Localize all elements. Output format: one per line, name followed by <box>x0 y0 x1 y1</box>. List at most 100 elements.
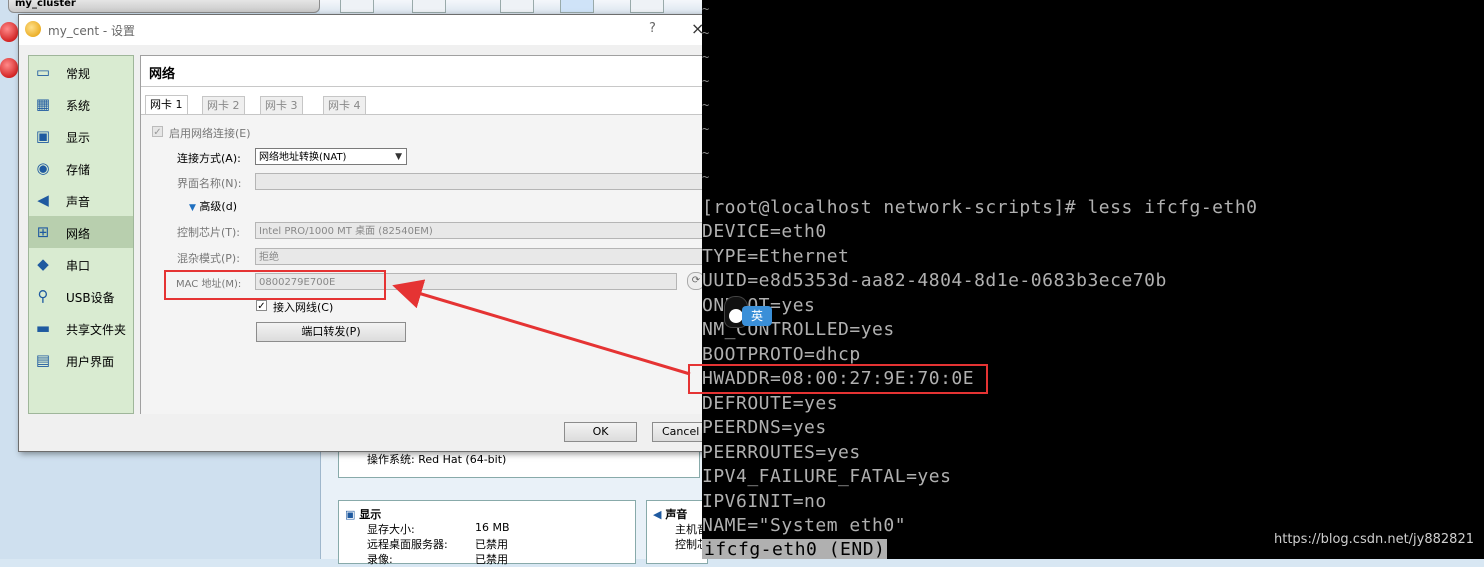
category-label: 网络 <box>66 227 91 241</box>
display-row-value: 已禁用 <box>475 553 508 566</box>
advanced-label: 高级(d) <box>199 200 237 213</box>
cable-connected-checkbox[interactable]: ✓ <box>256 300 267 312</box>
category-item-general[interactable]: ▭ 常规 <box>29 56 133 88</box>
empty-line-tilde: ~ <box>702 26 710 40</box>
empty-line-tilde: ~ <box>702 170 710 184</box>
watermark: https://blog.csdn.net/jy882821 <box>1274 532 1474 547</box>
category-label: 显示 <box>66 131 91 145</box>
category-item-user-interface[interactable]: ▤ 用户界面 <box>29 344 133 376</box>
display-icon: ▣ <box>345 508 356 521</box>
display-row-value: 16 MB <box>475 521 510 534</box>
empty-line-tilde: ~ <box>702 50 710 64</box>
category-item-usb[interactable]: ⚲ USB设备 <box>29 280 133 312</box>
window-icon: ▤ <box>35 351 51 369</box>
category-label: 存储 <box>66 163 91 177</box>
triangle-down-icon: ▼ <box>189 203 196 213</box>
interface-name-select[interactable] <box>255 173 710 190</box>
category-label: 声音 <box>66 195 91 209</box>
terminal-line: TYPE=Ethernet <box>702 246 850 267</box>
display-details-box: ▣ 显示 显存大小: 16 MB 远程桌面服务器: 已禁用 录像: 已禁用 <box>338 500 636 566</box>
category-item-display[interactable]: ▣ 显示 <box>29 120 133 152</box>
empty-line-tilde: ~ <box>702 98 710 112</box>
adapter-1-panel: ✓ 启用网络连接(E) 连接方式(A): 网络地址转换(NAT) ▼ 界面名称(… <box>141 114 710 414</box>
category-label: USB设备 <box>66 291 115 305</box>
mac-highlight-box <box>164 270 386 300</box>
terminal-line: DEFROUTE=yes <box>702 393 839 414</box>
cancel-button[interactable]: Cancel <box>652 422 709 442</box>
settings-gear-icon[interactable] <box>560 0 594 13</box>
category-label: 串口 <box>66 259 91 273</box>
tab-adapter-4[interactable]: 网卡 4 <box>323 96 366 114</box>
terminal-line: PEERDNS=yes <box>702 417 827 438</box>
audio-details-box: ◀ 声音 主机音 控制芯 <box>646 500 708 564</box>
adapter-type-select[interactable]: Intel PRO/1000 MT 桌面 (82540EM) <box>255 222 710 239</box>
display-row-label: 远程桌面服务器: <box>367 538 448 551</box>
vm-list-item[interactable]: my_cluster <box>8 0 320 13</box>
help-button[interactable]: ? <box>649 21 656 36</box>
terminal-line: UUID=e8d5353d-aa82-4804-8d1e-0683b3ece70… <box>702 270 1167 291</box>
category-item-system[interactable]: ▦ 系统 <box>29 88 133 120</box>
attached-to-select[interactable]: 网络地址转换(NAT) ▼ <box>255 148 407 165</box>
display-header: ▣ 显示 <box>345 508 382 521</box>
show-icon[interactable] <box>630 0 664 13</box>
display-icon: ▣ <box>35 127 51 145</box>
ime-indicator[interactable]: 英 <box>722 294 780 334</box>
title-divider <box>141 86 710 87</box>
terminal-line: DEVICE=eth0 <box>702 221 827 242</box>
advanced-toggle[interactable]: ▼ 高级(d) <box>189 198 237 214</box>
ok-button[interactable]: OK <box>564 422 637 442</box>
page-title: 网络 <box>149 67 176 82</box>
vm-details-panel: 操作系统: Red Hat (64-bit) ▣ 显示 显存大小: 16 MB … <box>330 448 708 566</box>
category-item-network[interactable]: ⊞ 网络 <box>29 216 133 248</box>
ime-language-label: 英 <box>742 306 772 326</box>
terminal-prompt-line: [root@localhost network-scripts]# less i… <box>702 197 1258 218</box>
category-item-audio[interactable]: ◀ 声音 <box>29 184 133 216</box>
tab-adapter-3[interactable]: 网卡 3 <box>260 96 303 114</box>
dialog-title: my_cent - 设置 <box>48 24 136 38</box>
serial-icon: ◆ <box>37 255 49 273</box>
monitor-icon: ▭ <box>35 63 51 81</box>
delete-vm-icon[interactable] <box>412 0 446 13</box>
terminal-line: IPV4_FAILURE_FATAL=yes <box>702 466 952 487</box>
display-row-label: 录像: <box>367 553 393 566</box>
chevron-down-icon: ▼ <box>395 152 402 162</box>
category-label: 常规 <box>66 67 91 81</box>
port-forwarding-button[interactable]: 端口转发(P) <box>256 322 406 342</box>
empty-line-tilde: ~ <box>702 146 710 160</box>
hwaddr-highlight-box <box>688 364 988 394</box>
tab-adapter-2[interactable]: 网卡 2 <box>202 96 245 114</box>
disk-icon: ◉ <box>36 159 50 177</box>
promiscuous-mode-select[interactable]: 拒绝 <box>255 248 710 265</box>
empty-line-tilde: ~ <box>702 2 710 16</box>
cable-connected-label: 接入网线(C) <box>273 301 334 314</box>
settings-dialog: my_cent - 设置 ? × ▭ 常规 ▦ 系统 ▣ 显示 ◉ 存储 ◀ 声… <box>18 14 710 452</box>
chip-icon: ▦ <box>35 95 51 113</box>
folder-icon: ▬ <box>35 319 51 337</box>
attached-to-label: 连接方式(A): <box>177 152 241 165</box>
category-label: 用户界面 <box>66 355 115 369</box>
category-item-storage[interactable]: ◉ 存储 <box>29 152 133 184</box>
adapter-type-label: 控制芯片(T): <box>177 226 241 239</box>
promiscuous-mode-value: 拒绝 <box>259 252 279 263</box>
manager-toolbar <box>320 0 702 15</box>
terminal-line: BOOTPROTO=dhcp <box>702 344 861 365</box>
speaker-icon: ◀ <box>37 191 49 209</box>
network-icon: ⊞ <box>36 223 50 241</box>
empty-line-tilde: ~ <box>702 122 710 136</box>
category-item-shared-folders[interactable]: ▬ 共享文件夹 <box>29 312 133 344</box>
category-item-serial[interactable]: ◆ 串口 <box>29 248 133 280</box>
empty-line-tilde: ~ <box>702 74 710 88</box>
category-label: 系统 <box>66 99 91 113</box>
dialog-titlebar[interactable]: my_cent - 设置 ? × <box>19 15 709 45</box>
terminal-line: IPV6INIT=no <box>702 491 827 512</box>
interface-name-label: 界面名称(N): <box>177 177 242 190</box>
discard-icon[interactable] <box>500 0 534 13</box>
terminal-window: ~ ~ ~ ~ ~ ~ ~ ~ [root@localhost network-… <box>702 0 1484 559</box>
vm-status-icon <box>0 22 18 42</box>
new-vm-icon[interactable] <box>340 0 374 13</box>
vm-status-icon <box>0 58 18 78</box>
settings-category-list: ▭ 常规 ▦ 系统 ▣ 显示 ◉ 存储 ◀ 声音 ⊞ 网络 ◆ 串口 ⚲ USB <box>28 55 134 414</box>
enable-adapter-checkbox[interactable]: ✓ <box>152 126 163 138</box>
pager-end-marker: ifcfg-eth0 (END) <box>702 539 888 559</box>
tab-adapter-1[interactable]: 网卡 1 <box>145 95 188 115</box>
